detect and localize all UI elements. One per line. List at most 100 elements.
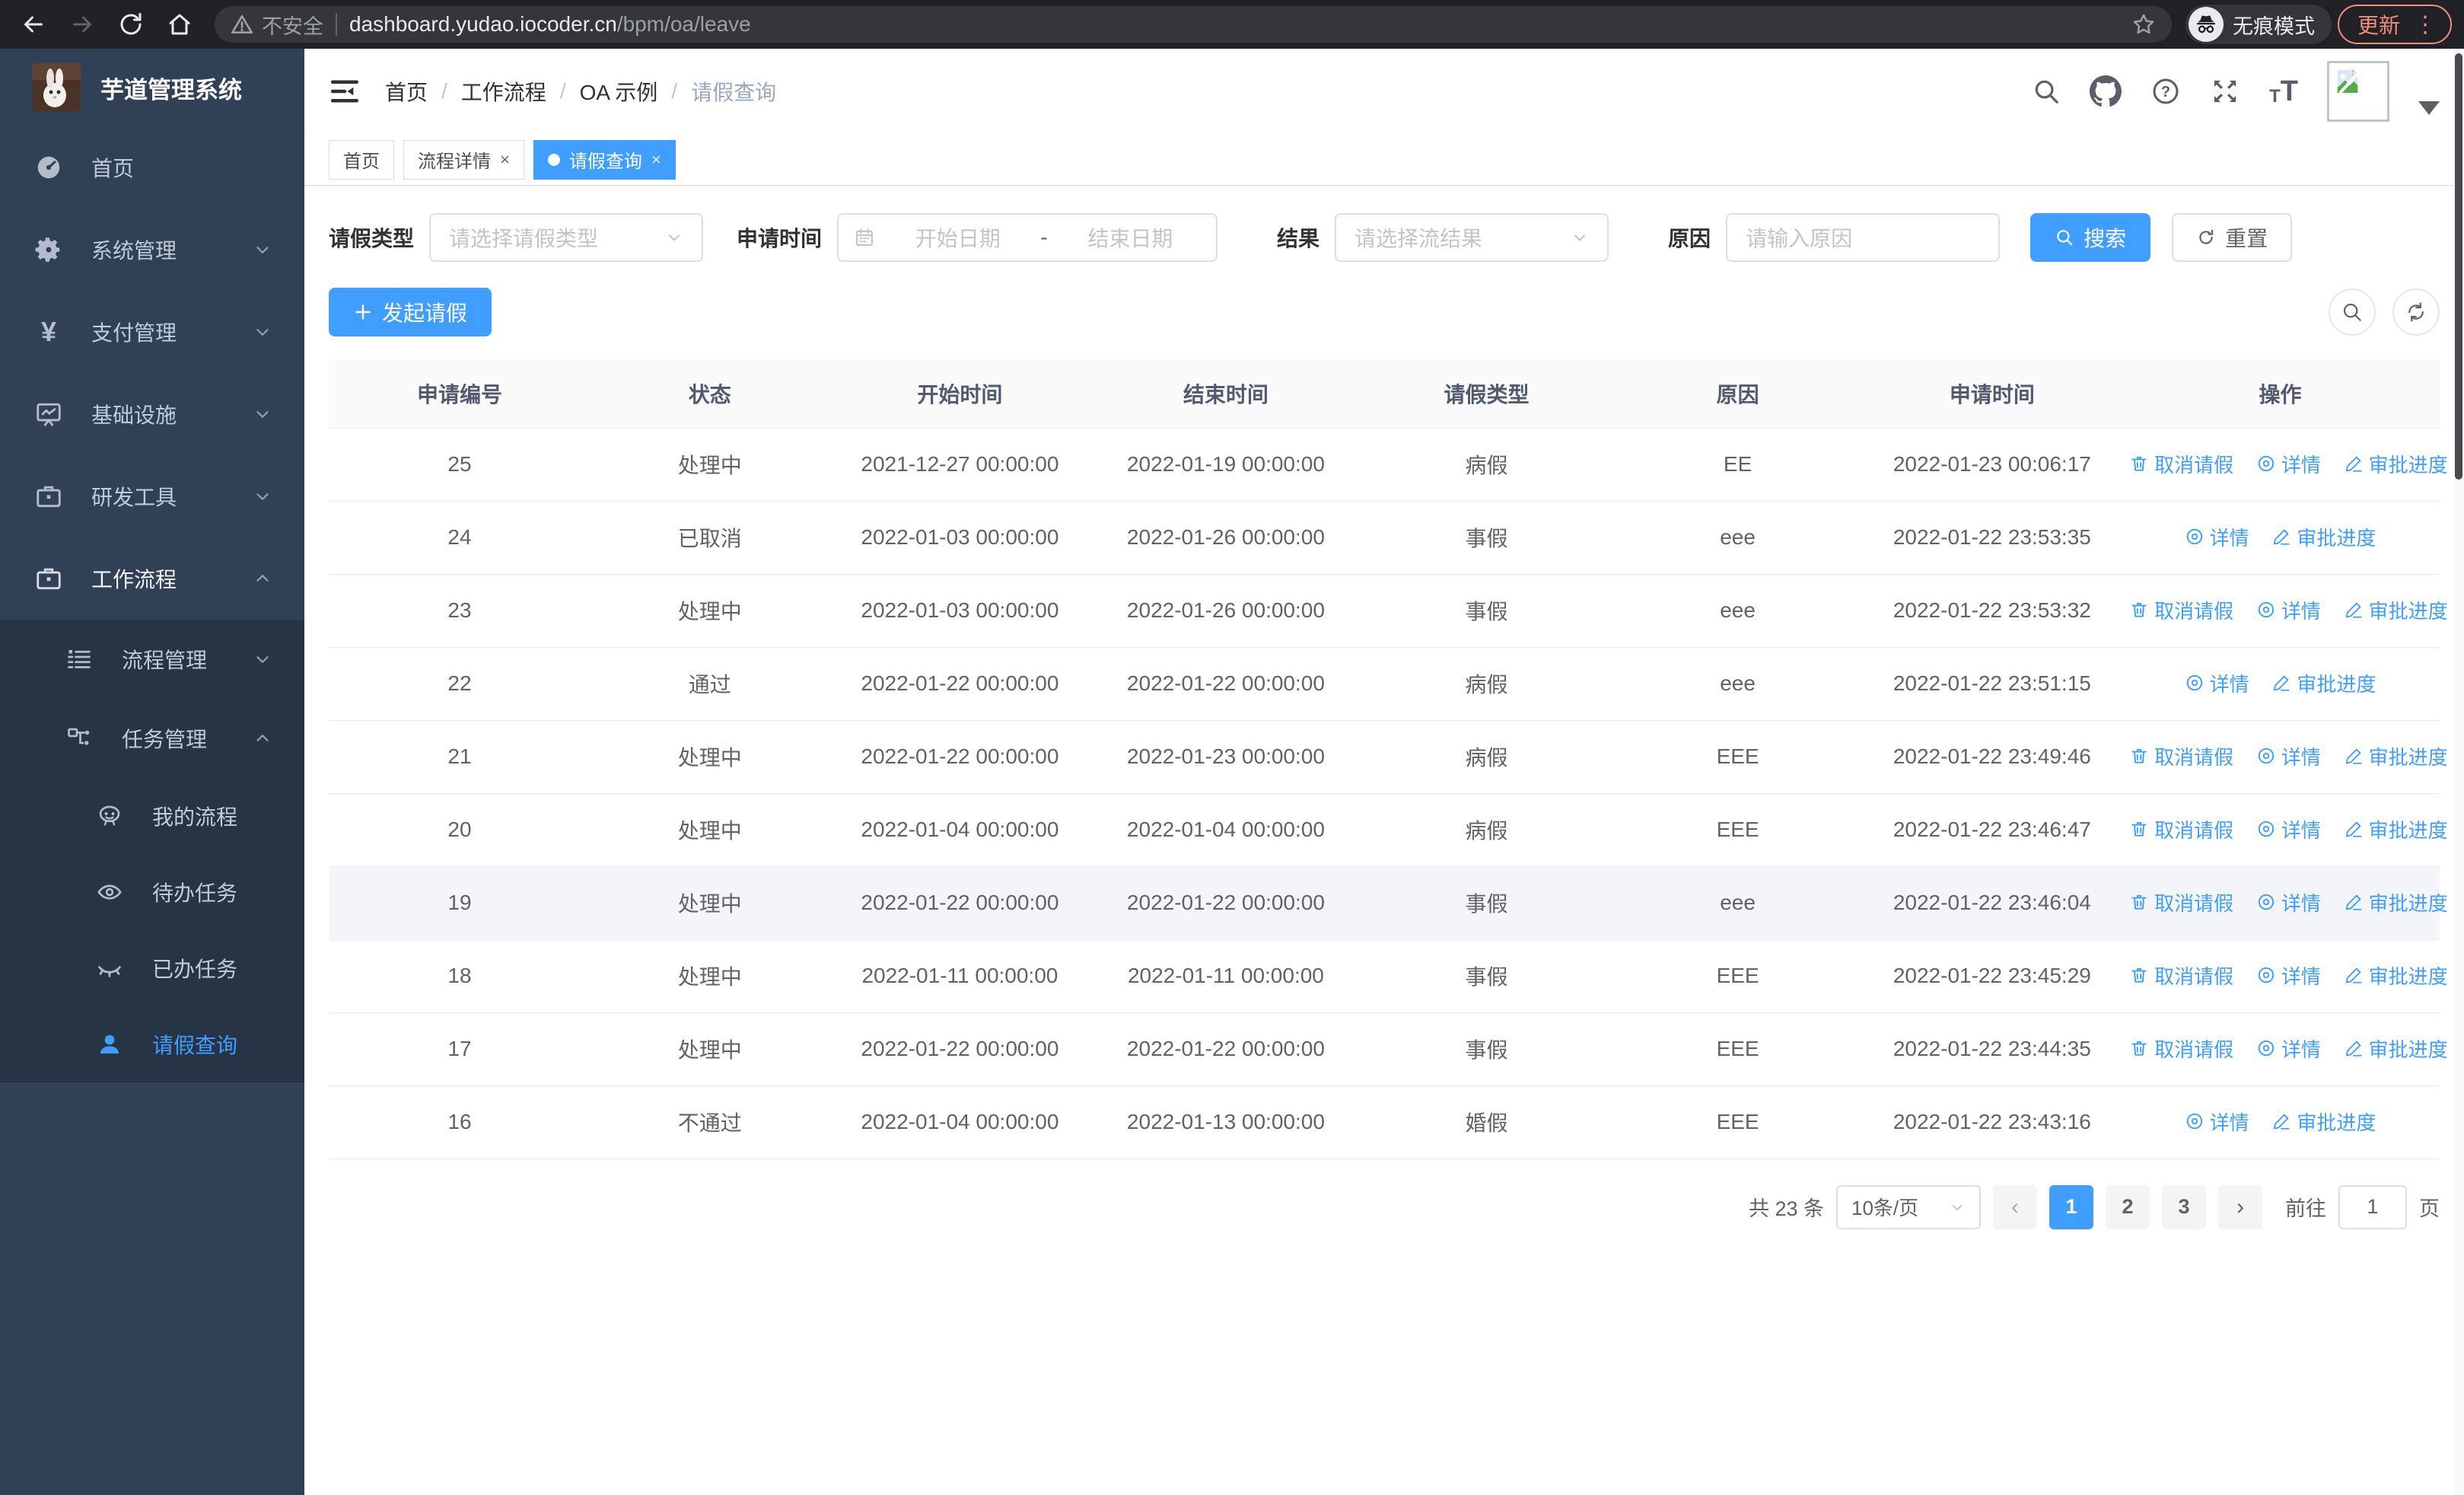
tab-流程详情[interactable]: 流程详情 × <box>403 139 524 180</box>
close-icon[interactable]: × <box>500 150 510 170</box>
cell-apply-id: 25 <box>329 427 591 501</box>
refresh-table-button[interactable] <box>2392 288 2440 336</box>
approval-progress-link[interactable]: 审批进度 <box>2271 1108 2376 1136</box>
pen-icon <box>2345 1041 2362 1057</box>
approval-progress-link[interactable]: 审批进度 <box>2344 450 2448 478</box>
approval-progress-link[interactable]: 审批进度 <box>2344 815 2448 843</box>
sidebar-item-todo-tasks[interactable]: 待办任务 <box>0 854 304 930</box>
cancel-leave-link[interactable]: 取消请假 <box>2129 815 2233 843</box>
page-size-select[interactable]: 10条/页 <box>1836 1184 1981 1229</box>
github-link[interactable] <box>2090 75 2122 107</box>
forward-button[interactable] <box>61 3 103 46</box>
approval-progress-link[interactable]: 审批进度 <box>2344 596 2448 624</box>
sidebar-item-process-mgmt[interactable]: 流程管理 <box>0 620 304 699</box>
detail-link[interactable]: 详情 <box>2256 961 2321 990</box>
approval-progress-link[interactable]: 审批进度 <box>2344 961 2448 990</box>
home-button[interactable] <box>158 3 201 46</box>
sidebar-item-home[interactable]: 首页 <box>0 126 304 209</box>
url-bar[interactable]: 不安全 dashboard.yudao.iocoder.cn/bpm/oa/le… <box>215 6 2172 43</box>
browser-update-button[interactable]: 更新 ⋮ <box>2337 5 2452 44</box>
detail-link[interactable]: 详情 <box>2256 815 2321 843</box>
font-size-button[interactable]: TT <box>2269 77 2298 106</box>
approval-progress-link[interactable]: 审批进度 <box>2271 523 2376 551</box>
result-label: 结果 <box>1277 227 1320 250</box>
create-leave-button[interactable]: 发起请假 <box>329 288 492 336</box>
prev-page-button[interactable]: ‹ <box>1993 1184 2037 1229</box>
browser-menu-icon[interactable]: ⋮ <box>2414 13 2437 36</box>
breadcrumb-home[interactable]: 首页 <box>385 76 428 107</box>
scrollbar-track[interactable] <box>2453 49 2464 1495</box>
detail-link[interactable]: 详情 <box>2256 1034 2321 1063</box>
detail-link[interactable]: 详情 <box>2256 596 2321 624</box>
date-start-placeholder[interactable]: 开始日期 <box>887 222 1028 253</box>
reason-input[interactable]: 请输入原因 <box>1726 213 2001 262</box>
detail-link[interactable]: 详情 <box>2256 450 2321 478</box>
show-search-toggle-button[interactable] <box>2329 288 2376 336</box>
sidebar-item-task-mgmt[interactable]: 任务管理 <box>0 699 304 778</box>
app-logo-row[interactable]: 芋道管理系统 <box>0 49 304 126</box>
cell-actions: 取消请假 详情 审批进度 <box>2121 792 2448 866</box>
detail-link[interactable]: 详情 <box>2185 523 2249 551</box>
sidebar-item-infrastructure[interactable]: 基础设施 <box>0 373 304 455</box>
page-button-3[interactable]: 3 <box>2162 1184 2206 1229</box>
search-button[interactable]: 搜索 <box>2030 213 2151 262</box>
next-page-button[interactable]: › <box>2218 1184 2262 1229</box>
sidebar-item-done-tasks[interactable]: 已办任务 <box>0 930 304 1006</box>
reason-placeholder: 请输入原因 <box>1746 227 1853 250</box>
detail-link[interactable]: 详情 <box>2185 669 2249 697</box>
breadcrumb-workflow[interactable]: 工作流程 <box>461 76 546 107</box>
detail-link[interactable]: 详情 <box>2256 742 2321 770</box>
approval-progress-link[interactable]: 审批进度 <box>2271 669 2376 697</box>
header-search-button[interactable] <box>2032 77 2061 106</box>
cancel-leave-link[interactable]: 取消请假 <box>2129 450 2233 478</box>
detail-link[interactable]: 详情 <box>2256 888 2321 916</box>
cell-end-time: 2022-01-26 00:00:00 <box>1090 500 1361 574</box>
leave-type-select[interactable]: 请选择请假类型 <box>429 213 704 262</box>
breadcrumb-oa[interactable]: OA 示例 <box>580 76 658 107</box>
date-end-placeholder[interactable]: 结束日期 <box>1060 222 1201 253</box>
cancel-leave-link[interactable]: 取消请假 <box>2129 888 2233 916</box>
goto-page-input[interactable] <box>2338 1184 2407 1229</box>
approval-progress-link[interactable]: 审批进度 <box>2344 742 2448 770</box>
page-button-2[interactable]: 2 <box>2106 1184 2150 1229</box>
view-icon <box>2258 967 2275 983</box>
sidebar-item-workflow[interactable]: 工作流程 <box>0 537 304 620</box>
tab-请假查询[interactable]: 请假查询 × <box>533 139 676 180</box>
help-button[interactable]: ? <box>2150 76 2181 107</box>
cell-end-time: 2022-01-22 00:00:00 <box>1090 1012 1361 1085</box>
bookmark-star-icon[interactable] <box>2131 11 2157 37</box>
security-indicator[interactable]: 不安全 <box>230 10 323 40</box>
avatar-dropdown-caret[interactable] <box>2418 101 2440 115</box>
cancel-leave-link[interactable]: 取消请假 <box>2129 1034 2233 1063</box>
reload-button[interactable] <box>110 3 152 46</box>
result-select[interactable]: 请选择流结果 <box>1335 213 1609 262</box>
sidebar-item-payment[interactable]: ¥ 支付管理 <box>0 291 304 373</box>
sidebar-item-leave-query[interactable]: 请假查询 <box>0 1006 304 1082</box>
close-icon[interactable]: × <box>651 150 661 170</box>
approval-progress-link[interactable]: 审批进度 <box>2344 1034 2448 1063</box>
cell-start-time: 2022-01-04 00:00:00 <box>829 792 1091 866</box>
page-buttons: 123 <box>2049 1184 2206 1229</box>
approval-progress-link[interactable]: 审批进度 <box>2344 888 2448 916</box>
table-row: 25 处理中 2021-12-27 00:00:00 2022-01-19 00:00… <box>329 427 2448 501</box>
sidebar-item-my-process[interactable]: 我的流程 <box>0 778 304 854</box>
back-button[interactable] <box>12 3 55 46</box>
scrollbar-thumb[interactable] <box>2455 53 2462 480</box>
cell-end-time: 2022-01-26 00:00:00 <box>1090 573 1361 647</box>
avatar[interactable] <box>2327 61 2389 122</box>
briefcase-icon <box>32 480 65 513</box>
page-button-1[interactable]: 1 <box>2049 1184 2093 1229</box>
sidebar-collapse-button[interactable] <box>329 75 361 107</box>
fullscreen-button[interactable] <box>2210 76 2240 107</box>
cancel-leave-link[interactable]: 取消请假 <box>2129 596 2233 624</box>
tab-首页[interactable]: 首页 <box>329 139 394 180</box>
detail-link[interactable]: 详情 <box>2185 1108 2249 1136</box>
url-text[interactable]: dashboard.yudao.iocoder.cn/bpm/oa/leave <box>349 12 2131 37</box>
cancel-leave-link[interactable]: 取消请假 <box>2129 961 2233 990</box>
reset-button[interactable]: 重置 <box>2172 213 2293 262</box>
sidebar-item-devtools[interactable]: 研发工具 <box>0 455 304 537</box>
sidebar-item-system[interactable]: 系统管理 <box>0 209 304 291</box>
cancel-leave-link[interactable]: 取消请假 <box>2129 742 2233 770</box>
apply-time-range-picker[interactable]: 开始日期 - 结束日期 <box>837 213 1218 262</box>
view-icon <box>2258 456 2275 472</box>
